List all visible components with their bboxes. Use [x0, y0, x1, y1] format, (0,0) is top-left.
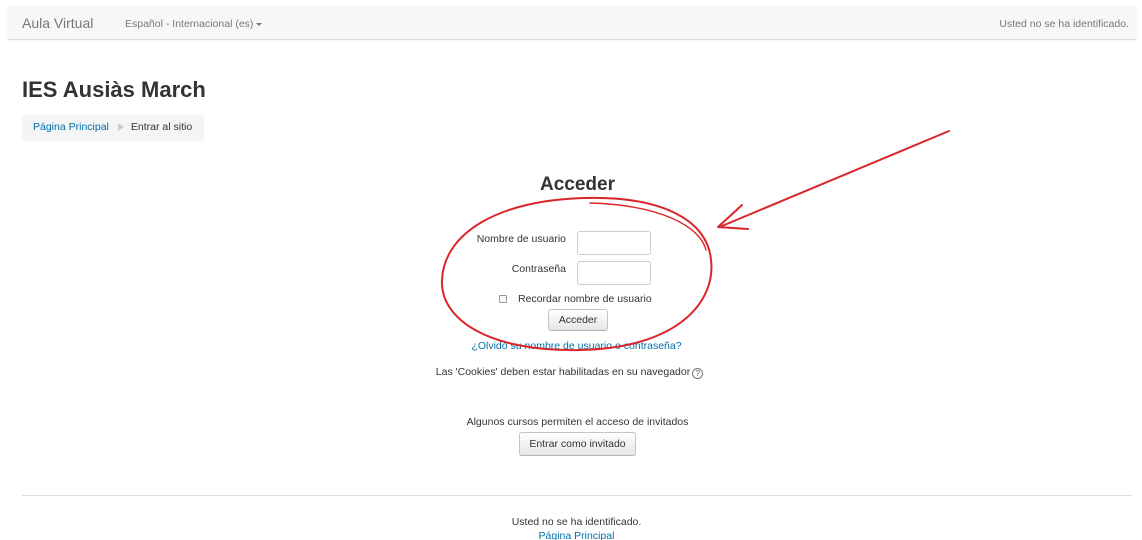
remember-username-checkbox[interactable]: [499, 295, 507, 303]
brand-link[interactable]: Aula Virtual: [22, 15, 93, 31]
annotation-arrow-head: [717, 204, 749, 230]
username-input[interactable]: [577, 231, 651, 255]
breadcrumb-separator-icon: [117, 123, 124, 131]
language-menu[interactable]: Español - Internacional (es): [125, 18, 263, 30]
guest-access-notice: Algunos cursos permiten el acceso de inv…: [466, 416, 689, 428]
help-icon[interactable]: ?: [692, 368, 704, 379]
login-heading: Acceder: [540, 174, 615, 195]
breadcrumb: Página Principal Entrar al sitio: [22, 115, 205, 141]
login-status-text: Usted no se ha identificado.: [999, 18, 1129, 30]
guest-login-button[interactable]: Entrar como invitado: [519, 432, 636, 456]
login-button[interactable]: Acceder: [548, 309, 608, 331]
remember-username-label: Recordar nombre de usuario: [518, 293, 652, 305]
page-title: IES Ausiàs March: [22, 77, 206, 102]
forgot-credentials-link[interactable]: ¿Olvidó su nombre de usuario o contraseñ…: [0, 340, 1142, 352]
password-label: Contraseña: [511, 263, 566, 275]
cookies-notice: Las 'Cookies' deben estar habilitadas en…: [0, 366, 1139, 379]
footer-login-status: Usted no se ha identificado.: [511, 516, 642, 528]
caret-down-icon: [256, 22, 263, 26]
remember-username-row: Recordar nombre de usuario: [499, 293, 652, 305]
cookies-notice-text: Las 'Cookies' deben estar habilitadas en…: [435, 366, 691, 378]
footer-divider: [22, 495, 1132, 496]
footer-home-link[interactable]: Página Principal: [0, 530, 1142, 540]
breadcrumb-home-link[interactable]: Página Principal: [33, 121, 109, 133]
password-input[interactable]: [577, 261, 651, 285]
breadcrumb-current: Entrar al sitio: [130, 121, 193, 133]
language-label: Español - Internacional (es): [125, 18, 254, 30]
username-label: Nombre de usuario: [476, 233, 566, 245]
top-navbar: Aula Virtual Español - Internacional (es…: [8, 6, 1136, 40]
